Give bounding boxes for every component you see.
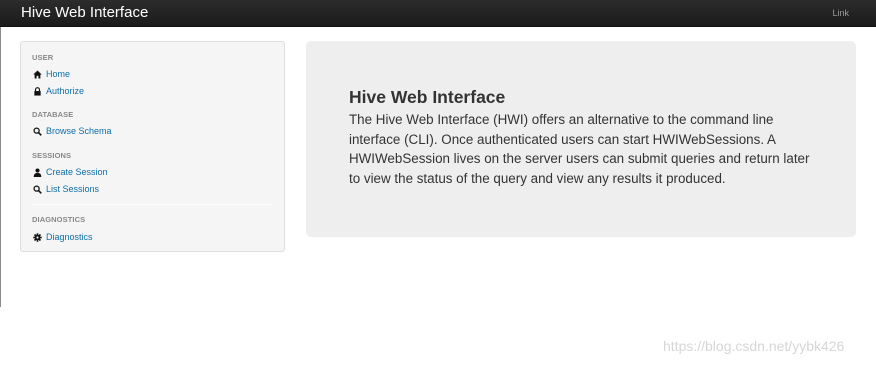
sidebar-item-list-sessions[interactable]: List Sessions — [32, 183, 99, 195]
nav-header-user: USER — [32, 53, 54, 62]
sidebar-divider — [32, 204, 272, 205]
sidebar-item-label: Create Session — [46, 166, 108, 177]
hero-unit: Hive Web Interface The Hive Web Interfac… — [306, 41, 856, 237]
gear-icon — [32, 232, 42, 242]
user-icon — [32, 167, 42, 177]
hero-description: The Hive Web Interface (HWI) offers an a… — [349, 112, 810, 186]
brand-title[interactable]: Hive Web Interface — [21, 4, 148, 22]
sidebar-item-home[interactable]: Home — [32, 68, 70, 80]
sidebar-item-authorize[interactable]: Authorize — [32, 85, 84, 97]
navbar-link[interactable]: Link — [832, 8, 849, 19]
hero-title: Hive Web Interface — [349, 87, 506, 107]
nav-header-diagnostics: DIAGNOSTICS — [32, 215, 86, 224]
sidebar-item-label: Home — [46, 68, 71, 79]
window-left-edge — [0, 27, 1, 307]
sidebar-nav: USER Home Authorize DATABASE Browse Sche… — [20, 41, 285, 252]
lock-icon — [32, 86, 42, 96]
sidebar-item-label: List Sessions — [46, 183, 100, 194]
watermark-text: https://blog.csdn.net/yybk426 — [663, 338, 845, 354]
sidebar-item-label: Diagnostics — [46, 231, 93, 242]
home-icon — [32, 69, 42, 79]
nav-header-sessions: SESSIONS — [32, 151, 72, 160]
search-icon — [32, 184, 42, 194]
sidebar-item-label: Browse Schema — [46, 125, 112, 136]
top-navbar: Hive Web Interface Link — [0, 0, 876, 27]
sidebar-item-label: Authorize — [46, 85, 85, 96]
nav-header-database: DATABASE — [32, 110, 74, 119]
sidebar-item-create-session[interactable]: Create Session — [32, 166, 108, 178]
search-icon — [32, 126, 42, 136]
sidebar-item-browse-schema[interactable]: Browse Schema — [32, 125, 112, 137]
sidebar-item-diagnostics[interactable]: Diagnostics — [32, 231, 93, 243]
